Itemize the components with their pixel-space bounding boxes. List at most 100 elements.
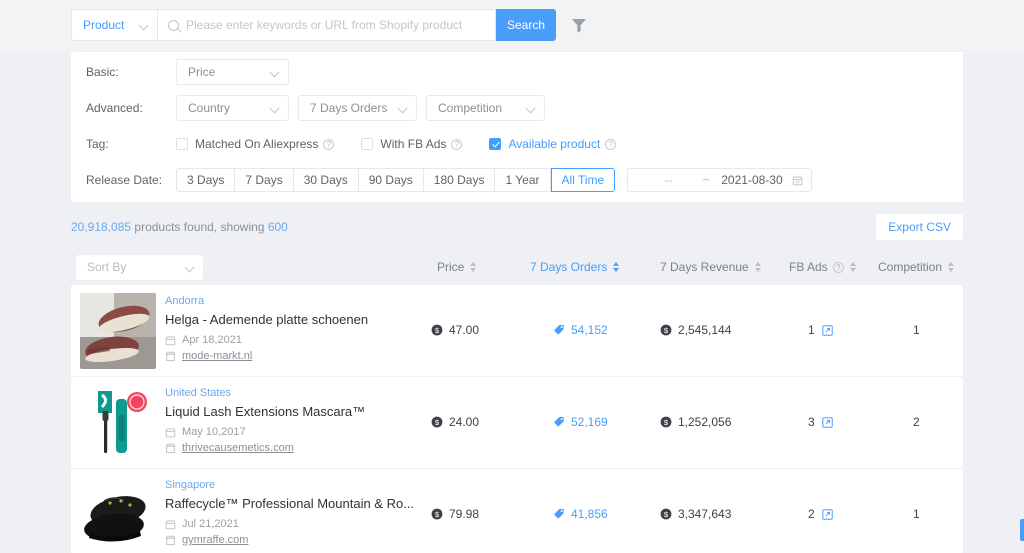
- table-row[interactable]: Andorra Helga - Ademende platte schoenen…: [71, 285, 963, 377]
- product-domain-link[interactable]: mode-markt.nl: [182, 350, 252, 362]
- svg-text:$: $: [435, 418, 440, 427]
- product-name[interactable]: Raffecycle™ Professional Mountain & Ro..…: [165, 496, 465, 511]
- date-range-end: 2021-08-30: [721, 173, 783, 187]
- cell-price: $ 47.00: [431, 323, 479, 337]
- release-date-option-3-days[interactable]: 3 Days: [176, 168, 236, 192]
- search-button[interactable]: Search: [496, 9, 556, 41]
- release-date-option-all-time[interactable]: All Time: [550, 168, 616, 192]
- table-header: Sort By Price 7 Days Orders 7 Days Reven…: [71, 249, 963, 285]
- sort-caret-icon[interactable]: [613, 262, 620, 272]
- column-label-fb-ads: FB Ads: [789, 260, 828, 274]
- product-date: May 10,2017: [165, 426, 465, 438]
- cell-7-days-revenue: $ 2,545,144: [660, 323, 731, 337]
- tag-label-with-fb-ads: With FB Ads: [380, 137, 447, 151]
- product-thumbnail[interactable]: [80, 293, 156, 369]
- cell-competition: 1: [913, 507, 920, 521]
- chevron-down-icon: [271, 104, 280, 113]
- search-icon: [168, 19, 179, 31]
- search-input-wrapper[interactable]: [157, 9, 496, 41]
- help-icon[interactable]: ?: [832, 261, 844, 273]
- fb-ads-value: 3: [808, 415, 815, 429]
- release-date-option-90-days[interactable]: 90 Days: [358, 168, 424, 192]
- basic-label: Basic:: [86, 65, 119, 79]
- sort-by-select[interactable]: Sort By: [76, 254, 203, 280]
- store-icon: [165, 351, 176, 361]
- checkbox-matched-on-aliexpress[interactable]: [176, 138, 188, 150]
- competition-value: 2: [913, 415, 920, 429]
- product-domain-link[interactable]: gymraffe.com: [182, 534, 248, 546]
- sort-caret-icon[interactable]: [754, 262, 761, 272]
- product-name[interactable]: Liquid Lash Extensions Mascara™: [165, 404, 465, 419]
- checkbox-with-fb-ads[interactable]: [361, 138, 374, 150]
- revenue-dollar-icon: $: [660, 508, 672, 520]
- chevron-down-icon: [186, 263, 195, 272]
- external-link-icon[interactable]: [821, 324, 833, 336]
- product-info: Andorra Helga - Ademende platte schoenen…: [165, 295, 465, 366]
- filter-panel: Basic: Price Advanced: Country 7 Days Or…: [71, 52, 963, 202]
- product-country[interactable]: Singapore: [165, 479, 465, 491]
- product-date: Apr 18,2021: [165, 334, 465, 346]
- results-bar: 20,918,085 products found, showing 600 E…: [71, 214, 963, 240]
- column-header-7-days-orders[interactable]: 7 Days Orders: [530, 260, 620, 274]
- table-row[interactable]: United States Liquid Lash Extensions Mas…: [71, 377, 963, 469]
- chevron-down-icon: [527, 104, 536, 113]
- tag-label-matched-on-aliexpress: Matched On Aliexpress: [195, 137, 319, 151]
- sort-by-label: Sort By: [87, 260, 127, 274]
- chevron-down-icon: [140, 21, 149, 30]
- sort-caret-icon[interactable]: [948, 262, 955, 272]
- help-icon[interactable]: ?: [451, 138, 463, 150]
- product-thumbnail[interactable]: [80, 385, 156, 461]
- help-icon[interactable]: ?: [323, 138, 335, 150]
- table-row[interactable]: Singapore Raffecycle™ Professional Mount…: [71, 469, 963, 553]
- search-input[interactable]: [186, 18, 485, 32]
- date-range-picker[interactable]: -- ~ 2021-08-30: [627, 168, 813, 192]
- export-csv-button[interactable]: Export CSV: [876, 214, 963, 240]
- search-type-select[interactable]: Product: [71, 9, 157, 41]
- product-country[interactable]: Andorra: [165, 295, 465, 307]
- price-dollar-icon: $: [431, 508, 443, 520]
- sort-caret-icon[interactable]: [470, 262, 477, 272]
- tag-matched-on-aliexpress[interactable]: Matched On Aliexpress ?: [176, 137, 335, 151]
- release-date-option-180-days[interactable]: 180 Days: [423, 168, 496, 192]
- advanced-label: Advanced:: [86, 101, 143, 115]
- product-thumbnail[interactable]: [80, 477, 156, 553]
- release-date-option-30-days[interactable]: 30 Days: [293, 168, 359, 192]
- column-header-7-days-revenue[interactable]: 7 Days Revenue: [660, 260, 761, 274]
- release-date-option-1-year[interactable]: 1 Year: [495, 168, 551, 192]
- tag-icon: [553, 508, 565, 520]
- product-country[interactable]: United States: [165, 387, 465, 399]
- top-search-bar: Product Search: [0, 0, 1024, 50]
- revenue-value: 3,347,643: [678, 507, 732, 521]
- release-date-option-7-days[interactable]: 7 Days: [235, 168, 294, 192]
- search-type-label: Product: [83, 18, 125, 32]
- external-link-icon[interactable]: [821, 508, 833, 520]
- orders-select[interactable]: 7 Days Orders: [298, 95, 417, 121]
- checkbox-available-product[interactable]: [489, 138, 502, 150]
- column-header-fb-ads[interactable]: FB Ads ?: [789, 260, 856, 274]
- store-icon: [165, 535, 176, 545]
- product-store: gymraffe.com: [165, 534, 465, 546]
- side-panel-handle[interactable]: [1020, 519, 1024, 541]
- column-header-competition[interactable]: Competition: [878, 260, 955, 274]
- sort-caret-icon[interactable]: [849, 262, 856, 272]
- price-dollar-icon: $: [431, 416, 443, 428]
- price-select[interactable]: Price: [176, 59, 289, 85]
- competition-select[interactable]: Competition: [426, 95, 545, 121]
- product-domain-link[interactable]: thrivecausemetics.com: [182, 442, 294, 454]
- tag-with-fb-ads[interactable]: With FB Ads ?: [361, 137, 463, 151]
- svg-text:$: $: [664, 510, 669, 519]
- tag-available-product[interactable]: Available product ?: [489, 137, 617, 151]
- cell-7-days-orders: 52,169: [553, 415, 608, 429]
- cell-price: $ 79.98: [431, 507, 479, 521]
- calendar-icon: [792, 175, 803, 186]
- funnel-icon[interactable]: [570, 16, 588, 34]
- product-name[interactable]: Helga - Ademende platte schoenen: [165, 312, 465, 327]
- help-icon[interactable]: ?: [605, 138, 617, 150]
- tag-icon: [553, 324, 565, 336]
- column-header-price[interactable]: Price: [437, 260, 477, 274]
- cell-fb-ads: 2: [808, 507, 833, 521]
- external-link-icon[interactable]: [821, 416, 833, 428]
- country-select[interactable]: Country: [176, 95, 289, 121]
- product-date-text: May 10,2017: [182, 426, 246, 438]
- tag-label-available-product: Available product: [508, 137, 601, 151]
